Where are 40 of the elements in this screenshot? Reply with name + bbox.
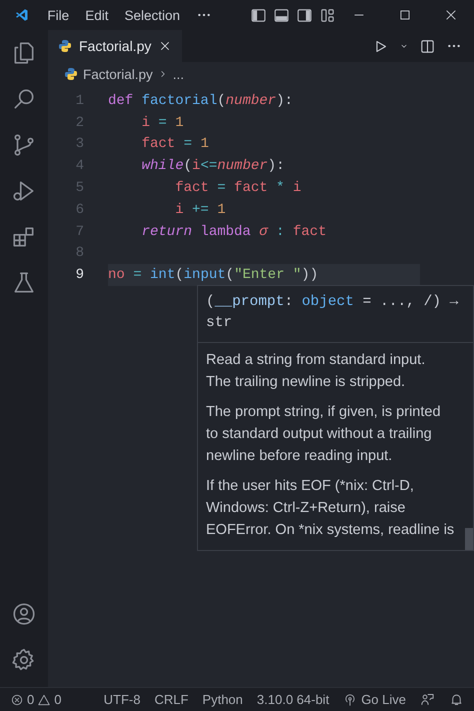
doc-paragraph: The prompt string, if given, is printed to standard output without a trailing newline before reading input.: [205, 403, 442, 466]
doc-paragraph: If the user hits EOF (*nix: Ctrl-D, Windows: Ctrl-Z+Return), raise EOFError. On *nix systems, readline is: [205, 477, 456, 540]
warning-icon: [37, 692, 52, 706]
code-line: while(i<=number):: [140, 157, 286, 176]
error-icon: [10, 692, 24, 706]
python-file-icon: [64, 67, 78, 81]
close-icon[interactable]: [444, 8, 458, 22]
account-icon[interactable]: [11, 601, 37, 627]
maximize-icon[interactable]: [398, 8, 412, 22]
layout-icon[interactable]: [319, 6, 336, 24]
code-line: return lambda σ : fact: [140, 222, 328, 242]
sidebar-toggle-icon[interactable]: [250, 6, 267, 24]
problems-indicator[interactable]: 0 0: [10, 692, 62, 707]
menu-item[interactable]: Edit: [85, 8, 108, 22]
secondary-sidebar-icon[interactable]: [296, 6, 313, 24]
function-signature: (__prompt: object = ..., /) → str: [198, 286, 473, 343]
status-item[interactable]: Python: [202, 692, 243, 707]
doc-paragraph: Read a string from standard input. The trailing newline is stripped.: [205, 351, 426, 392]
menu-item[interactable]: File: [47, 8, 70, 22]
breadcrumb-item[interactable]: ...: [172, 66, 184, 82]
broadcast-icon: [343, 692, 358, 706]
feedback-icon[interactable]: [420, 692, 435, 707]
python-file-icon: [58, 39, 72, 53]
scrollbar-thumb[interactable]: [465, 528, 473, 550]
menu-item[interactable]: Selection: [124, 8, 180, 22]
go-live-button[interactable]: Go Live: [343, 692, 406, 707]
status-item[interactable]: 3.10.0 64-bit: [256, 692, 330, 707]
status-item[interactable]: CRLF: [154, 692, 188, 707]
panel-toggle-icon[interactable]: [273, 6, 290, 24]
code-line: i = 1: [140, 114, 185, 133]
split-editor-icon[interactable]: [419, 38, 436, 54]
code-line: fact = 1: [140, 135, 210, 154]
status-item[interactable]: UTF-8: [104, 692, 140, 707]
code-line: i += 1: [174, 200, 227, 220]
line-number: 9: [74, 267, 85, 284]
code-line: fact = fact * i: [174, 179, 302, 198]
breadcrumb-item[interactable]: Factorial.py: [83, 66, 153, 82]
code-line: def factorial(number):: [108, 92, 294, 111]
bell-icon[interactable]: [449, 692, 464, 707]
editor-tab[interactable]: Factorial.py: [48, 30, 182, 62]
